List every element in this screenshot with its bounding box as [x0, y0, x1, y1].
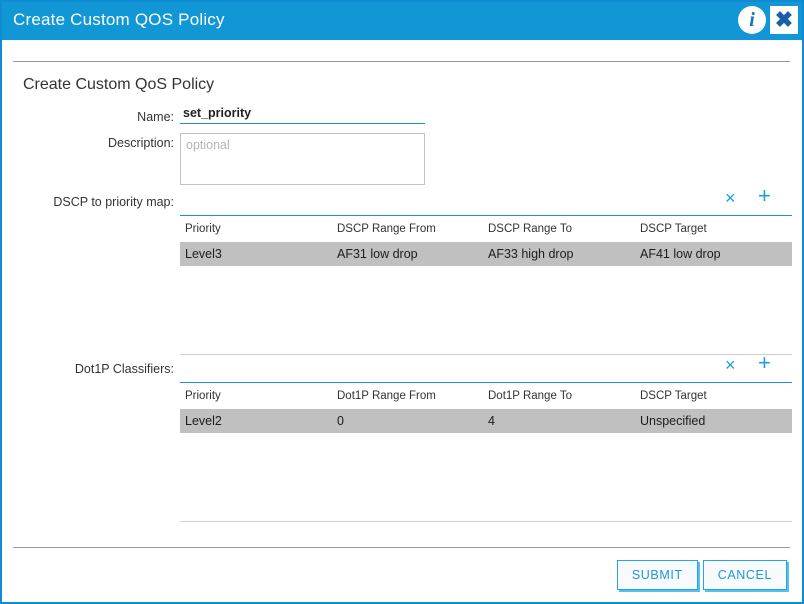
table-empty-area: [180, 433, 792, 521]
column-header-dscp-target: DSCP Target: [640, 223, 707, 235]
cell-dscp-target: AF41 low drop: [640, 247, 721, 261]
titlebar-icon-group: i ✖: [738, 6, 798, 34]
dscp-priority-map-label: DSCP to priority map:: [53, 195, 174, 209]
table-header-row: Priority DSCP Range From DSCP Range To D…: [180, 216, 792, 242]
column-header-dscp-target: DSCP Target: [640, 390, 707, 402]
add-row-icon[interactable]: +: [758, 185, 771, 207]
cell-dscp-target: Unspecified: [640, 414, 706, 428]
dot1p-classifiers-table-wrapper: Priority Dot1P Range From Dot1P Range To…: [180, 382, 792, 522]
footer-divider: [13, 547, 790, 548]
name-input[interactable]: [180, 104, 425, 124]
column-header-range-to: Dot1P Range To: [488, 390, 572, 402]
cell-range-to: AF33 high drop: [488, 247, 574, 261]
close-icon[interactable]: ✖: [770, 6, 798, 34]
dialog-titlebar: Create Custom QOS Policy i ✖: [2, 2, 802, 40]
dscp-priority-map-actions: × +: [180, 185, 792, 211]
column-header-range-from: Dot1P Range From: [337, 390, 436, 402]
submit-button[interactable]: SUBMIT: [616, 560, 698, 590]
description-input[interactable]: [180, 133, 425, 185]
remove-row-icon[interactable]: ×: [725, 355, 736, 375]
dot1p-classifiers-label: Dot1P Classifiers:: [74, 362, 174, 376]
header-divider: [13, 61, 790, 62]
table-row[interactable]: Level3 AF31 low drop AF33 high drop AF41…: [180, 242, 792, 266]
cell-range-from: AF31 low drop: [337, 247, 418, 261]
dialog-title: Create Custom QOS Policy: [13, 10, 225, 29]
description-label: Description:: [108, 136, 174, 150]
column-header-range-to: DSCP Range To: [488, 223, 572, 235]
column-header-priority: Priority: [185, 223, 221, 235]
column-header-priority: Priority: [185, 390, 221, 402]
table-header-row: Priority Dot1P Range From Dot1P Range To…: [180, 383, 792, 409]
cell-priority: Level2: [185, 414, 222, 428]
create-custom-qos-policy-dialog: Create Custom QOS Policy i ✖ Create Cust…: [0, 0, 804, 604]
cell-priority: Level3: [185, 247, 222, 261]
dot1p-classifiers-table: Priority Dot1P Range From Dot1P Range To…: [180, 383, 792, 521]
table-empty-area: [180, 266, 792, 354]
cell-range-from: 0: [337, 414, 344, 428]
cancel-button[interactable]: CANCEL: [702, 560, 787, 590]
add-row-icon[interactable]: +: [758, 352, 771, 374]
remove-row-icon[interactable]: ×: [725, 188, 736, 208]
name-label: Name:: [137, 110, 174, 124]
dscp-priority-map-table: Priority DSCP Range From DSCP Range To D…: [180, 216, 792, 354]
dscp-priority-map-table-wrapper: Priority DSCP Range From DSCP Range To D…: [180, 215, 792, 355]
footer-button-group: SUBMIT CANCEL: [616, 560, 787, 590]
dialog-body: Create Custom QoS Policy Name: Descripti…: [2, 40, 802, 602]
dot1p-classifiers-actions: × +: [180, 352, 792, 378]
info-icon[interactable]: i: [738, 6, 766, 34]
table-row[interactable]: Level2 0 4 Unspecified: [180, 409, 792, 433]
cell-range-to: 4: [488, 414, 495, 428]
column-header-range-from: DSCP Range From: [337, 223, 436, 235]
page-title: Create Custom QoS Policy: [23, 76, 215, 93]
